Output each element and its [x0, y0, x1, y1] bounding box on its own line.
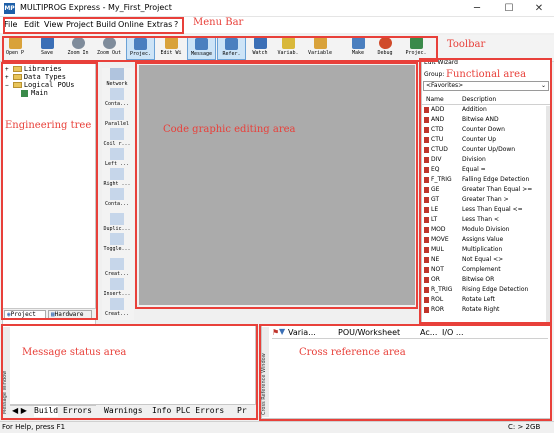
status-bar: For Help, press F1 C: > 2GB	[0, 421, 554, 433]
annotation-cross-reference: Cross reference area	[299, 347, 406, 358]
duplicate-icon	[110, 213, 124, 225]
annotation-toolbar: Toolbar	[447, 39, 486, 50]
palette-network[interactable]: Network	[102, 68, 132, 87]
annotation-functional-area: Functional area	[446, 69, 527, 80]
create-icon	[110, 298, 124, 310]
palette-contact[interactable]: Conta...	[102, 88, 132, 107]
cross-reference-highlight	[259, 324, 552, 421]
close-button[interactable]: ✕	[524, 0, 554, 17]
contact-icon	[110, 188, 124, 200]
palette-insert[interactable]: Insert...	[102, 278, 132, 297]
functional-area-highlight	[419, 58, 552, 324]
palette-toggle[interactable]: Toggle...	[102, 233, 132, 252]
status-help-text: For Help, press F1	[2, 423, 66, 431]
palette-right[interactable]: Right ...	[102, 168, 132, 187]
insert-icon	[110, 278, 124, 290]
contact-icon	[110, 88, 124, 100]
window-title: MULTIPROG Express - My_First_Project	[20, 3, 172, 12]
palette-duplicate[interactable]: Duplic...	[102, 213, 132, 232]
palette-create-2[interactable]: Creat...	[102, 298, 132, 317]
palette-contact-2[interactable]: Conta...	[102, 188, 132, 207]
parallel-icon	[110, 108, 124, 120]
toolbar-highlight	[2, 36, 438, 62]
palette-parallel[interactable]: Parallel	[102, 108, 132, 127]
code-area-highlight	[135, 62, 418, 309]
ladder-palette: Network Conta... Parallel Coil r... Left…	[102, 68, 134, 320]
annotation-message-status: Message status area	[22, 347, 127, 358]
title-bar: MP MULTIPROG Express - My_First_Project …	[0, 0, 554, 17]
minimize-button[interactable]: ─	[462, 0, 492, 17]
toggle-icon	[110, 233, 124, 245]
left-icon	[110, 148, 124, 160]
palette-left[interactable]: Left ...	[102, 148, 132, 167]
network-icon	[110, 68, 124, 80]
menu-bar-highlight	[3, 17, 184, 34]
coil-icon	[110, 128, 124, 140]
palette-coil[interactable]: Coil r...	[102, 128, 132, 147]
annotation-menu-bar: Menu Bar	[193, 17, 244, 28]
palette-create[interactable]: Creat...	[102, 258, 132, 277]
app-icon: MP	[4, 3, 15, 14]
right-icon	[110, 168, 124, 180]
engineering-tree-highlight	[1, 62, 98, 320]
create-icon	[110, 258, 124, 270]
annotation-code-area: Code graphic editing area	[163, 124, 296, 135]
status-disk-space: C: > 2GB	[508, 423, 541, 431]
maximize-button[interactable]: ☐	[494, 0, 524, 17]
annotation-engineering-tree: Engineering tree	[5, 120, 92, 131]
message-area-highlight	[1, 324, 258, 420]
